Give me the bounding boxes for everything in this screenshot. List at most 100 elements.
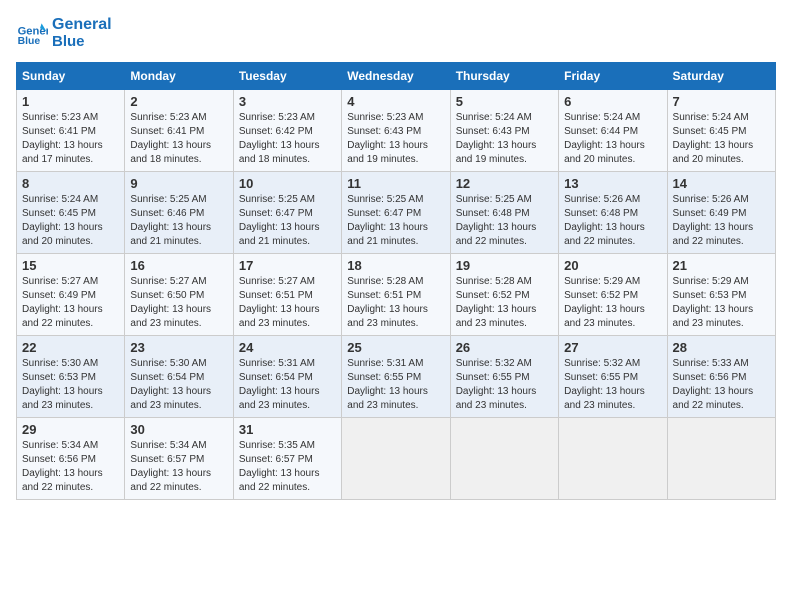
logo-icon: General Blue bbox=[16, 17, 48, 49]
page-header: General Blue General Blue bbox=[16, 16, 776, 50]
col-header-sunday: Sunday bbox=[17, 63, 125, 90]
calendar-cell: 11 Sunrise: 5:25 AMSunset: 6:47 PMDayligh… bbox=[342, 172, 450, 254]
calendar-cell: 3 Sunrise: 5:23 AMSunset: 6:42 PMDaylight… bbox=[233, 90, 341, 172]
calendar-cell: 8 Sunrise: 5:24 AMSunset: 6:45 PMDaylight… bbox=[17, 172, 125, 254]
svg-text:Blue: Blue bbox=[18, 36, 41, 47]
calendar-cell: 30Sunrise: 5:34 AMSunset: 6:57 PMDayligh… bbox=[125, 418, 233, 500]
day-number: 27 bbox=[564, 340, 661, 355]
day-detail: Sunrise: 5:25 AMSunset: 6:46 PMDaylight:… bbox=[130, 193, 227, 249]
day-number: 25 bbox=[347, 340, 444, 355]
col-header-saturday: Saturday bbox=[667, 63, 775, 90]
day-number: 15 bbox=[22, 258, 119, 273]
day-detail: Sunrise: 5:23 AMSunset: 6:43 PMDaylight:… bbox=[347, 111, 444, 167]
calendar-cell: 5Sunrise: 5:24 AMSunset: 6:43 PMDaylight… bbox=[450, 90, 558, 172]
calendar-cell: 4 Sunrise: 5:23 AMSunset: 6:43 PMDaylight… bbox=[342, 90, 450, 172]
day-detail: Sunrise: 5:26 AMSunset: 6:48 PMDaylight:… bbox=[564, 193, 661, 249]
day-number: 14 bbox=[673, 176, 770, 191]
day-number: 7 bbox=[673, 94, 770, 109]
logo-text-line2: Blue bbox=[52, 34, 112, 51]
col-header-friday: Friday bbox=[559, 63, 667, 90]
day-number: 10 bbox=[239, 176, 336, 191]
calendar-cell: 6 Sunrise: 5:24 AMSunset: 6:44 PMDaylight… bbox=[559, 90, 667, 172]
day-detail: Sunrise: 5:24 AMSunset: 6:45 PMDaylight:… bbox=[22, 193, 119, 249]
calendar-week-4: 22 Sunrise: 5:30 AMSunset: 6:53 PMDayligh… bbox=[17, 336, 776, 418]
calendar-cell bbox=[667, 418, 775, 500]
calendar-cell: 13 Sunrise: 5:26 AMSunset: 6:48 PMDayligh… bbox=[559, 172, 667, 254]
day-detail: Sunrise: 5:25 AMSunset: 6:47 PMDaylight:… bbox=[239, 193, 336, 249]
calendar-cell: 2 Sunrise: 5:23 AMSunset: 6:41 PMDaylight… bbox=[125, 90, 233, 172]
calendar-week-3: 15 Sunrise: 5:27 AMSunset: 6:49 PMDayligh… bbox=[17, 254, 776, 336]
calendar-cell: 1 Sunrise: 5:23 AMSunset: 6:41 PMDaylight… bbox=[17, 90, 125, 172]
calendar-cell: 23 Sunrise: 5:30 AMSunset: 6:54 PMDayligh… bbox=[125, 336, 233, 418]
day-detail: Sunrise: 5:29 AMSunset: 6:52 PMDaylight:… bbox=[564, 275, 661, 331]
day-headers-row: SundayMondayTuesdayWednesdayThursdayFrid… bbox=[17, 63, 776, 90]
day-detail: Sunrise: 5:27 AMSunset: 6:49 PMDaylight:… bbox=[22, 275, 119, 331]
calendar-cell: 15 Sunrise: 5:27 AMSunset: 6:49 PMDayligh… bbox=[17, 254, 125, 336]
day-detail: Sunrise: 5:24 AMSunset: 6:45 PMDaylight:… bbox=[673, 111, 770, 167]
day-detail: Sunrise: 5:32 AMSunset: 6:55 PMDaylight:… bbox=[564, 357, 661, 413]
day-number: 6 bbox=[564, 94, 661, 109]
day-detail: Sunrise: 5:23 AMSunset: 6:41 PMDaylight:… bbox=[130, 111, 227, 167]
calendar-week-1: 1 Sunrise: 5:23 AMSunset: 6:41 PMDaylight… bbox=[17, 90, 776, 172]
day-number: 12 bbox=[456, 176, 553, 191]
day-number: 30 bbox=[130, 422, 227, 437]
day-number: 17 bbox=[239, 258, 336, 273]
calendar-table: SundayMondayTuesdayWednesdayThursdayFrid… bbox=[16, 62, 776, 500]
day-detail: Sunrise: 5:29 AMSunset: 6:53 PMDaylight:… bbox=[673, 275, 770, 331]
day-detail: Sunrise: 5:28 AMSunset: 6:52 PMDaylight:… bbox=[456, 275, 553, 331]
day-number: 13 bbox=[564, 176, 661, 191]
day-number: 28 bbox=[673, 340, 770, 355]
col-header-tuesday: Tuesday bbox=[233, 63, 341, 90]
calendar-cell: 7 Sunrise: 5:24 AMSunset: 6:45 PMDaylight… bbox=[667, 90, 775, 172]
day-number: 24 bbox=[239, 340, 336, 355]
day-detail: Sunrise: 5:23 AMSunset: 6:41 PMDaylight:… bbox=[22, 111, 119, 167]
col-header-wednesday: Wednesday bbox=[342, 63, 450, 90]
day-detail: Sunrise: 5:25 AMSunset: 6:47 PMDaylight:… bbox=[347, 193, 444, 249]
calendar-cell bbox=[342, 418, 450, 500]
day-number: 1 bbox=[22, 94, 119, 109]
day-detail: Sunrise: 5:33 AMSunset: 6:56 PMDaylight:… bbox=[673, 357, 770, 413]
day-number: 4 bbox=[347, 94, 444, 109]
day-detail: Sunrise: 5:24 AMSunset: 6:44 PMDaylight:… bbox=[564, 111, 661, 167]
day-detail: Sunrise: 5:30 AMSunset: 6:54 PMDaylight:… bbox=[130, 357, 227, 413]
day-number: 23 bbox=[130, 340, 227, 355]
day-number: 19 bbox=[456, 258, 553, 273]
calendar-cell: 31Sunrise: 5:35 AMSunset: 6:57 PMDayligh… bbox=[233, 418, 341, 500]
day-detail: Sunrise: 5:23 AMSunset: 6:42 PMDaylight:… bbox=[239, 111, 336, 167]
calendar-cell: 17 Sunrise: 5:27 AMSunset: 6:51 PMDayligh… bbox=[233, 254, 341, 336]
calendar-cell: 22 Sunrise: 5:30 AMSunset: 6:53 PMDayligh… bbox=[17, 336, 125, 418]
logo-text-line1: General bbox=[52, 16, 112, 34]
calendar-cell: 16Sunrise: 5:27 AMSunset: 6:50 PMDayligh… bbox=[125, 254, 233, 336]
day-detail: Sunrise: 5:28 AMSunset: 6:51 PMDaylight:… bbox=[347, 275, 444, 331]
calendar-cell: 25 Sunrise: 5:31 AMSunset: 6:55 PMDayligh… bbox=[342, 336, 450, 418]
calendar-cell: 28 Sunrise: 5:33 AMSunset: 6:56 PMDayligh… bbox=[667, 336, 775, 418]
day-number: 22 bbox=[22, 340, 119, 355]
calendar-cell: 10 Sunrise: 5:25 AMSunset: 6:47 PMDayligh… bbox=[233, 172, 341, 254]
day-number: 5 bbox=[456, 94, 553, 109]
calendar-cell: 19 Sunrise: 5:28 AMSunset: 6:52 PMDayligh… bbox=[450, 254, 558, 336]
day-detail: Sunrise: 5:26 AMSunset: 6:49 PMDaylight:… bbox=[673, 193, 770, 249]
day-number: 26 bbox=[456, 340, 553, 355]
logo: General Blue General Blue bbox=[16, 16, 112, 50]
calendar-cell bbox=[450, 418, 558, 500]
calendar-cell: 20Sunrise: 5:29 AMSunset: 6:52 PMDayligh… bbox=[559, 254, 667, 336]
day-number: 18 bbox=[347, 258, 444, 273]
calendar-cell: 26 Sunrise: 5:32 AMSunset: 6:55 PMDayligh… bbox=[450, 336, 558, 418]
col-header-thursday: Thursday bbox=[450, 63, 558, 90]
day-number: 2 bbox=[130, 94, 227, 109]
calendar-cell: 27 Sunrise: 5:32 AMSunset: 6:55 PMDayligh… bbox=[559, 336, 667, 418]
calendar-cell: 14 Sunrise: 5:26 AMSunset: 6:49 PMDayligh… bbox=[667, 172, 775, 254]
day-detail: Sunrise: 5:27 AMSunset: 6:51 PMDaylight:… bbox=[239, 275, 336, 331]
day-number: 3 bbox=[239, 94, 336, 109]
day-number: 29 bbox=[22, 422, 119, 437]
day-detail: Sunrise: 5:35 AMSunset: 6:57 PMDaylight:… bbox=[239, 439, 336, 495]
day-detail: Sunrise: 5:32 AMSunset: 6:55 PMDaylight:… bbox=[456, 357, 553, 413]
calendar-cell bbox=[559, 418, 667, 500]
calendar-cell: 18 Sunrise: 5:28 AMSunset: 6:51 PMDayligh… bbox=[342, 254, 450, 336]
day-number: 8 bbox=[22, 176, 119, 191]
calendar-cell: 29Sunrise: 5:34 AMSunset: 6:56 PMDayligh… bbox=[17, 418, 125, 500]
day-detail: Sunrise: 5:31 AMSunset: 6:55 PMDaylight:… bbox=[347, 357, 444, 413]
day-detail: Sunrise: 5:30 AMSunset: 6:53 PMDaylight:… bbox=[22, 357, 119, 413]
day-detail: Sunrise: 5:27 AMSunset: 6:50 PMDaylight:… bbox=[130, 275, 227, 331]
day-number: 11 bbox=[347, 176, 444, 191]
